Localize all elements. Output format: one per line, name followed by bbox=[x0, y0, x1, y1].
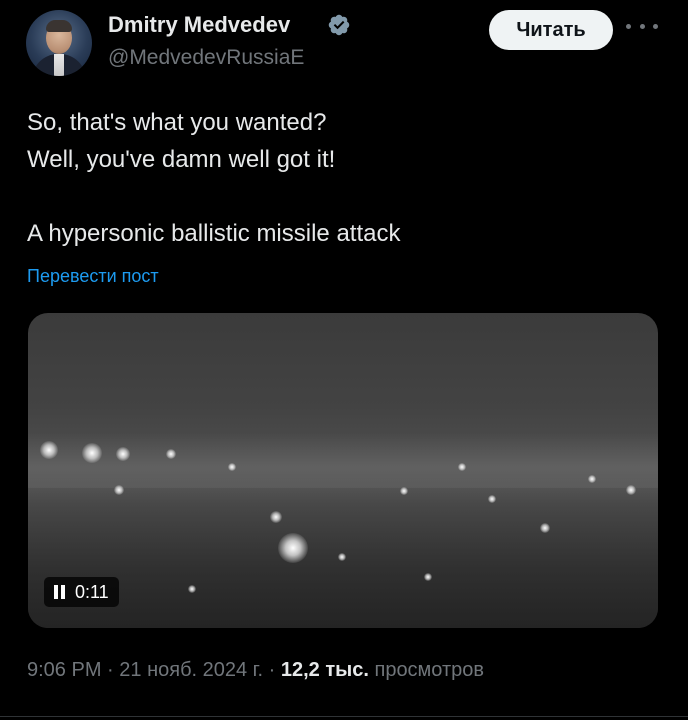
pause-icon[interactable] bbox=[54, 585, 65, 599]
tweet-time[interactable]: 9:06 PM bbox=[27, 659, 101, 681]
city-light bbox=[458, 463, 466, 471]
city-light bbox=[588, 475, 596, 483]
city-light bbox=[338, 553, 346, 561]
divider bbox=[0, 716, 688, 717]
city-light bbox=[400, 487, 408, 495]
more-dot bbox=[653, 23, 658, 29]
city-light bbox=[116, 447, 130, 461]
meta-separator: · bbox=[101, 659, 120, 681]
tweet-line: A hypersonic ballistic missile attack bbox=[27, 220, 401, 247]
tweet-date[interactable]: 21 нояб. 2024 г. bbox=[119, 659, 263, 681]
video-player[interactable]: 0:11 bbox=[28, 313, 658, 628]
verified-badge-icon bbox=[328, 14, 350, 36]
views-label: просмотров bbox=[374, 659, 485, 681]
more-dot bbox=[639, 23, 645, 29]
tweet-line: Well, you've damn well got it! bbox=[27, 146, 336, 173]
tweet-text: So, that's what you wanted? Well, you've… bbox=[27, 104, 657, 252]
more-dot bbox=[626, 23, 631, 29]
meta-separator: · bbox=[263, 659, 281, 681]
city-light bbox=[188, 585, 196, 593]
avatar[interactable] bbox=[26, 10, 92, 76]
city-light bbox=[82, 443, 102, 463]
city-light bbox=[114, 485, 124, 495]
views-count: 12,2 тыс. bbox=[280, 659, 369, 681]
avatar-hair bbox=[46, 20, 72, 32]
city-light bbox=[166, 449, 176, 459]
tweet-line: So, that's what you wanted? bbox=[27, 109, 327, 136]
city-light bbox=[270, 511, 282, 523]
explosion-flash bbox=[278, 533, 308, 563]
more-dots-icon[interactable] bbox=[626, 14, 658, 38]
video-status-badge[interactable]: 0:11 bbox=[44, 577, 119, 607]
city-light bbox=[424, 573, 432, 581]
city-light bbox=[626, 485, 636, 495]
city-light bbox=[540, 523, 550, 533]
author-name[interactable]: Dmitry Medvedev bbox=[108, 12, 290, 38]
tweet-line bbox=[27, 178, 657, 215]
avatar-shirt bbox=[54, 54, 64, 76]
follow-button[interactable]: Читать bbox=[489, 10, 613, 50]
city-light bbox=[40, 441, 58, 459]
city-light bbox=[228, 463, 236, 471]
city-light bbox=[488, 495, 496, 503]
translate-post-link[interactable]: Перевести пост bbox=[27, 266, 159, 287]
tweet-meta: 9:06 PM · 21 нояб. 2024 г. · 12,2 тыс. п… bbox=[27, 659, 484, 682]
author-handle[interactable]: @MedvedevRussiaE bbox=[108, 46, 304, 70]
video-timecode: 0:11 bbox=[75, 581, 109, 602]
